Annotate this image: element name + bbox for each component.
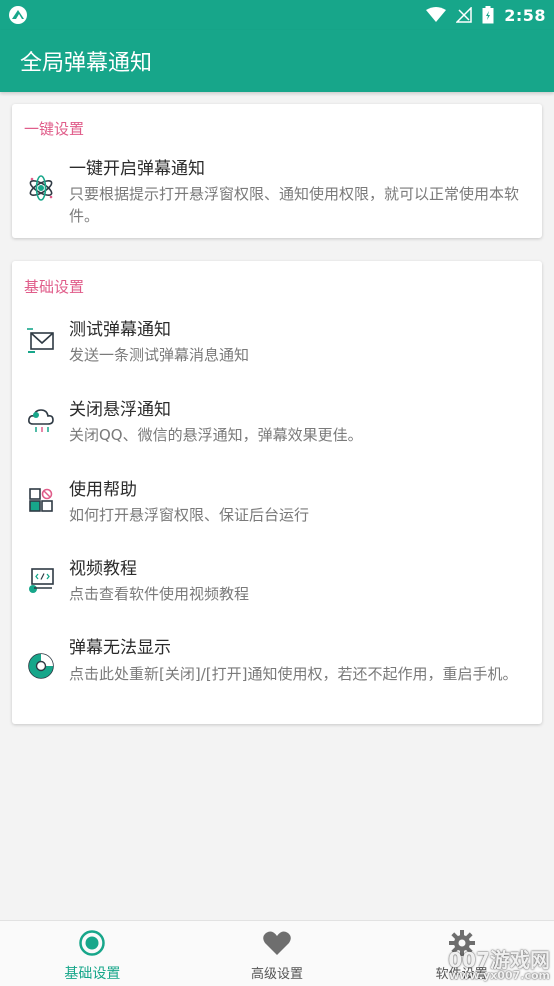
nav-label: 基础设置 bbox=[64, 966, 121, 982]
basic-settings-card: 基础设置 测试弹幕通知 发送一条测试弹幕消息通知 关闭悬浮通知 关闭QQ、微信的… bbox=[12, 261, 542, 724]
radio-target-icon bbox=[79, 930, 106, 956]
nav-label: 高级设置 bbox=[251, 967, 304, 982]
status-bar: 2:58 bbox=[0, 0, 554, 30]
close-floating-notification-row[interactable]: 关闭悬浮通知 关闭QQ、微信的悬浮通知，弹幕效果更佳。 bbox=[12, 387, 542, 459]
video-tutorial-row[interactable]: 视频教程 点击查看软件使用视频教程 bbox=[12, 546, 542, 618]
app-notification-icon bbox=[9, 6, 27, 24]
quick-setup-card: 一键设置 一键开启弹幕通知 只要根据提示打开悬浮窗权限、通知使用权限，就可以正常… bbox=[12, 104, 542, 238]
usage-help-row[interactable]: 使用帮助 如何打开悬浮窗权限、保证后台运行 bbox=[12, 467, 542, 539]
bottom-navigation: 基础设置 高级设置 软件设置 007游戏网 www.yx007.com bbox=[0, 920, 554, 986]
row-title: 测试弹幕通知 bbox=[69, 320, 171, 340]
row-subtitle: 如何打开悬浮窗权限、保证后台运行 bbox=[69, 506, 310, 524]
section-header: 一键设置 bbox=[24, 120, 85, 138]
nav-basic-settings[interactable]: 基础设置 bbox=[0, 921, 185, 986]
test-danmaku-row[interactable]: 测试弹幕通知 发送一条测试弹幕消息通知 bbox=[12, 307, 542, 379]
row-subtitle: 点击查看软件使用视频教程 bbox=[69, 585, 250, 603]
pie-icon bbox=[28, 653, 54, 679]
row-title: 弹幕无法显示 bbox=[69, 638, 171, 658]
atom-icon bbox=[29, 175, 53, 201]
one-click-enable-row[interactable]: 一键开启弹幕通知 只要根据提示打开悬浮窗权限、通知使用权限，就可以正常使用本软件… bbox=[12, 148, 542, 228]
row-title: 使用帮助 bbox=[69, 480, 137, 500]
row-subtitle: 只要根据提示打开悬浮窗权限、通知使用权限，就可以正常使用本软件。 bbox=[69, 185, 520, 225]
site-watermark: 007游戏网 www.yx007.com bbox=[448, 944, 550, 982]
heart-icon bbox=[263, 931, 291, 955]
signal-icon bbox=[456, 7, 472, 23]
row-title: 视频教程 bbox=[69, 559, 137, 579]
page-title: 全局弹幕通知 bbox=[20, 51, 153, 76]
section-header: 基础设置 bbox=[24, 278, 85, 296]
danmaku-not-display-row[interactable]: 弹幕无法显示 点击此处重新[关闭]/[打开]通知使用权，若还不起作用，重启手机。 bbox=[12, 627, 542, 717]
row-subtitle: 发送一条测试弹幕消息通知 bbox=[69, 346, 250, 364]
status-clock: 2:58 bbox=[504, 5, 546, 25]
battery-icon bbox=[482, 6, 494, 24]
blocks-icon bbox=[29, 488, 53, 512]
nav-advanced-settings[interactable]: 高级设置 bbox=[185, 921, 370, 986]
app-bar: 全局弹幕通知 bbox=[0, 30, 554, 92]
row-title: 关闭悬浮通知 bbox=[69, 400, 171, 420]
row-title: 一键开启弹幕通知 bbox=[69, 159, 205, 179]
mail-icon bbox=[27, 328, 54, 353]
row-subtitle: 点击此处重新[关闭]/[打开]通知使用权，若还不起作用，重启手机。 bbox=[69, 665, 518, 683]
cloud-icon bbox=[28, 409, 54, 432]
row-subtitle: 关闭QQ、微信的悬浮通知，弹幕效果更佳。 bbox=[69, 426, 363, 444]
wifi-icon bbox=[426, 7, 447, 22]
watermark-url: www.yx007.com bbox=[449, 969, 550, 982]
video-icon bbox=[29, 568, 54, 593]
